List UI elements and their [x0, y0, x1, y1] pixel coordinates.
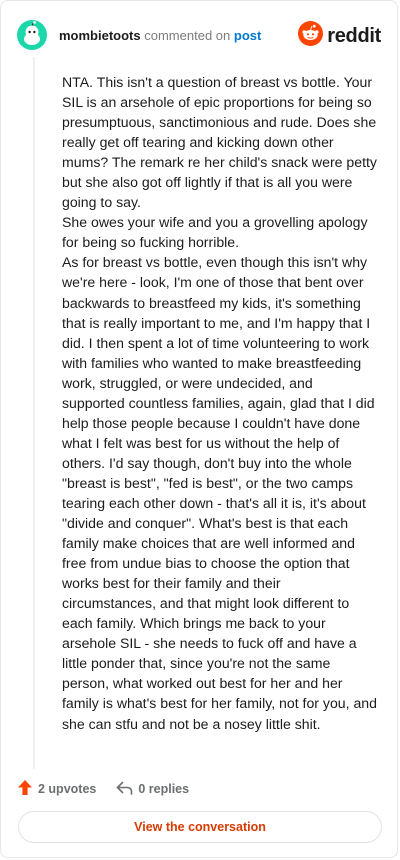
upvote-count: 2 upvotes — [38, 782, 97, 796]
username[interactable]: mombietoots — [59, 28, 141, 43]
reddit-wordmark: reddit — [327, 24, 381, 47]
comment-paragraph: She owes your wife and you a grovelling … — [62, 214, 368, 251]
post-link[interactable]: post — [234, 28, 261, 43]
reddit-logo[interactable]: reddit — [298, 21, 381, 51]
reddit-logo-icon — [298, 21, 324, 51]
view-conversation-button[interactable]: View the conversation — [18, 811, 382, 843]
action-text: commented on — [144, 27, 231, 43]
comment-paragraph: As for breast vs bottle, even though thi… — [62, 254, 377, 732]
snoo-avatar-icon[interactable] — [17, 20, 47, 50]
upvote-arrow-icon — [17, 779, 38, 799]
comment-meta: mombietoots commented on post — [59, 28, 261, 43]
thread-line — [33, 57, 35, 769]
comment-header: mombietoots commented on post — [17, 18, 261, 52]
reply-arrow-icon — [116, 781, 138, 798]
upvote-button[interactable]: 2 upvotes — [17, 779, 96, 799]
reply-count: 0 replies — [138, 782, 190, 796]
comment-body: NTA. This isn't a question of breast vs … — [62, 72, 378, 734]
replies-button[interactable]: 0 replies — [116, 781, 189, 798]
comment-paragraph: NTA. This isn't a question of breast vs … — [62, 74, 377, 211]
comment-footer: 2 upvotes 0 replies — [17, 778, 189, 800]
comment-card: mombietoots commented on post reddit NTA… — [0, 0, 398, 858]
